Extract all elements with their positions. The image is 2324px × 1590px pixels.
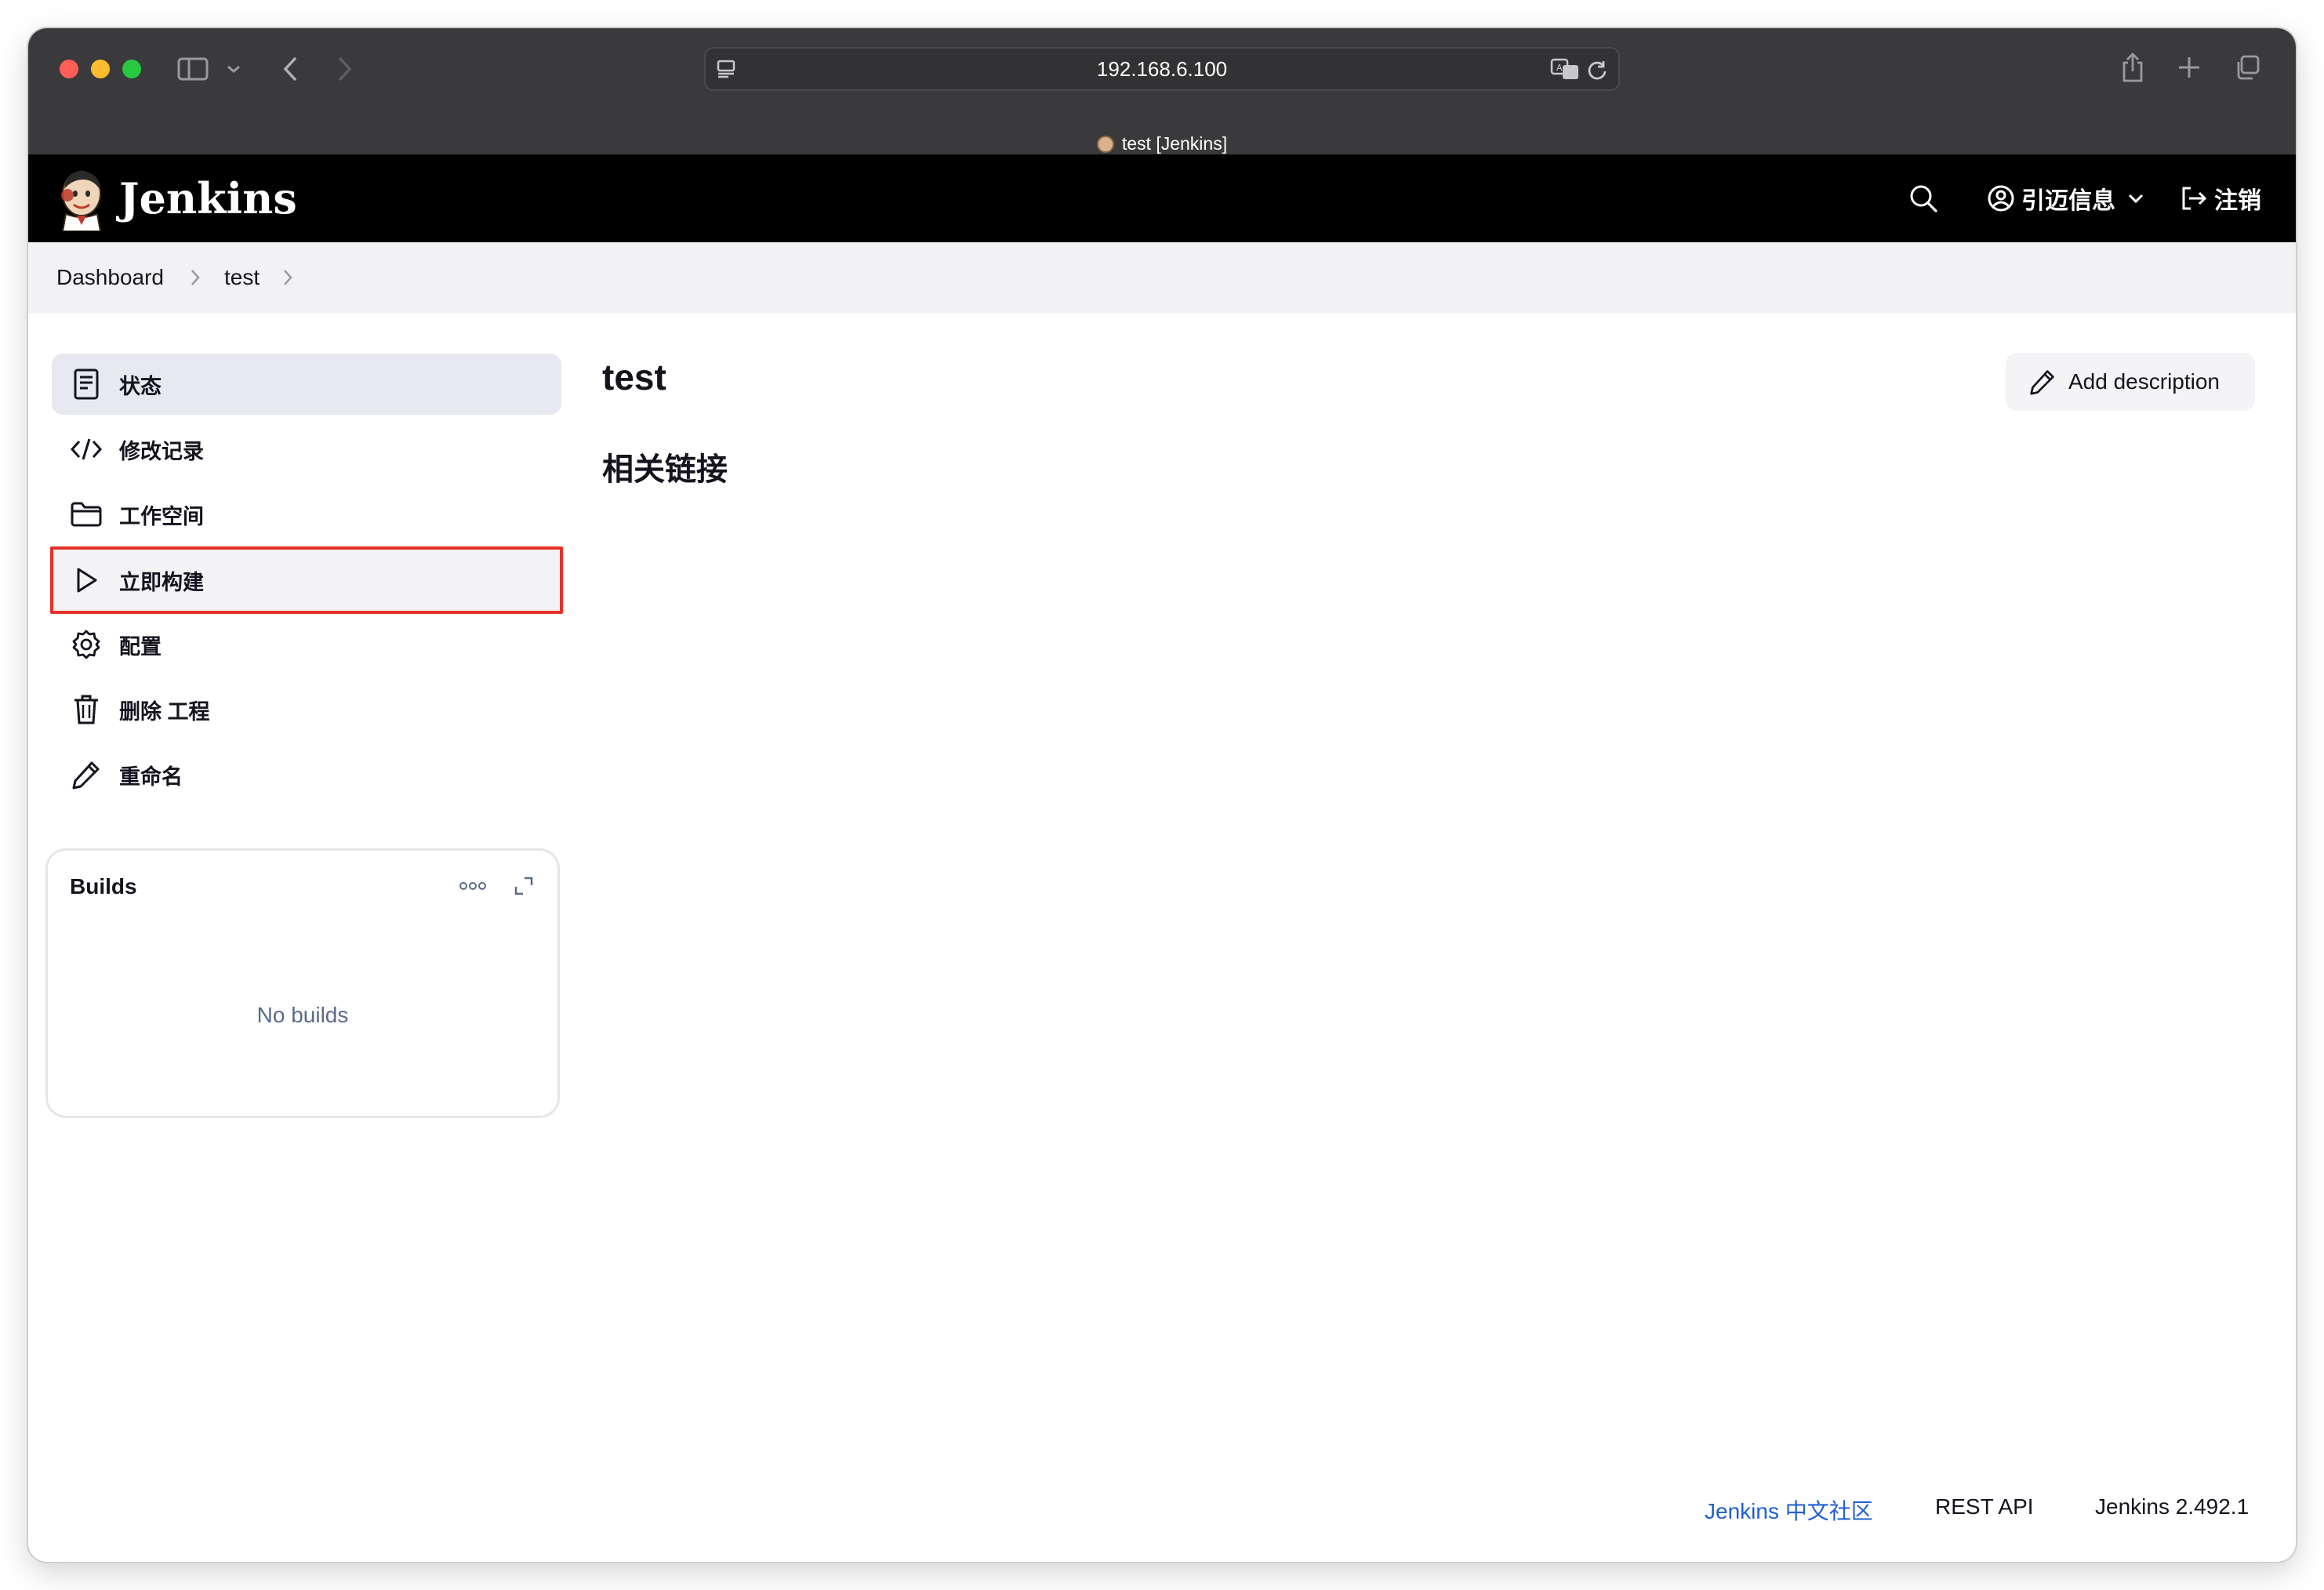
expand-icon[interactable] (514, 876, 537, 899)
code-icon (69, 432, 103, 466)
tab-overview-icon[interactable] (2231, 52, 2263, 83)
pencil-icon (69, 757, 103, 792)
jenkins-brand[interactable]: Jenkins (119, 169, 297, 228)
sidebar-item-workspace[interactable]: 工作空间 (52, 484, 561, 545)
zoom-window-button[interactable] (122, 60, 141, 78)
address-bar[interactable]: 192.168.6.100 A (704, 47, 1620, 91)
trash-icon (69, 692, 103, 727)
user-menu[interactable]: 引迈信息 (1987, 154, 2144, 242)
share-icon[interactable] (2117, 49, 2148, 86)
sidebar-item-label: 删除 工程 (119, 699, 210, 724)
logout-label: 注销 (2214, 188, 2261, 214)
svg-text:A: A (1556, 63, 1563, 73)
more-options-icon[interactable] (459, 880, 490, 899)
breadcrumb-test[interactable]: test (224, 242, 260, 313)
jenkins-favicon-icon (1096, 136, 1114, 153)
logout-button[interactable]: 注销 (2180, 154, 2261, 242)
footer-community-link[interactable]: Jenkins 中文社区 (1705, 1494, 1873, 1526)
browser-toolbar: 192.168.6.100 A test [Jenkins] (28, 28, 2296, 154)
url-text[interactable]: 192.168.6.100 (706, 49, 1618, 89)
chevron-down-icon (2128, 193, 2144, 204)
add-description-button[interactable]: Add description (2006, 353, 2255, 411)
minimize-window-button[interactable] (91, 60, 110, 78)
chevron-down-icon[interactable] (223, 56, 245, 82)
sidebar-toggle-icon[interactable] (176, 53, 210, 85)
breadcrumb: Dashboard test (28, 242, 2296, 313)
chevron-right-icon[interactable] (282, 267, 293, 292)
pencil-icon (2029, 368, 2056, 395)
related-links-title: 相关链接 (602, 452, 728, 487)
sidebar-item-delete-project[interactable]: 删除 工程 (52, 679, 561, 740)
sidebar-item-label: 工作空间 (119, 504, 204, 528)
footer-rest-api-link[interactable]: REST API (1935, 1494, 2034, 1519)
logout-icon (2180, 185, 2208, 212)
search-icon[interactable] (1908, 154, 1938, 242)
sidebar-item-changes[interactable]: 修改记录 (52, 419, 561, 480)
page-title: test (602, 357, 666, 398)
gear-icon (69, 627, 103, 662)
user-name: 引迈信息 (2021, 188, 2115, 214)
sidebar-item-label: 状态 (119, 374, 162, 398)
user-icon (1987, 184, 2015, 212)
reload-icon[interactable] (1584, 56, 1610, 83)
new-tab-icon[interactable] (2173, 52, 2205, 83)
footer-version-link[interactable]: Jenkins 2.492.1 (2095, 1494, 2249, 1519)
document-icon (69, 367, 103, 401)
forward-icon[interactable] (331, 52, 359, 86)
jenkins-header: Jenkins 引迈信息 注销 (28, 154, 2296, 242)
sidebar-item-label: 立即构建 (119, 570, 204, 594)
sidebar-item-label: 配置 (119, 634, 162, 659)
breadcrumb-dashboard[interactable]: Dashboard (56, 242, 164, 313)
close-window-button[interactable] (60, 60, 78, 78)
sidebar-item-label: 重命名 (119, 764, 183, 789)
builds-empty-state: No builds (256, 1003, 349, 1027)
sidebar-item-build-now[interactable]: 立即构建 (50, 546, 563, 614)
browser-window: 192.168.6.100 A test [Jenkins] Jenkins 引… (28, 28, 2296, 1562)
sidebar-item-status[interactable]: 状态 (52, 354, 561, 415)
builds-widget: Builds No builds (45, 848, 560, 1118)
back-icon[interactable] (276, 52, 304, 86)
play-icon (69, 563, 103, 597)
folder-icon (69, 497, 103, 532)
tab-title[interactable]: test [Jenkins] (28, 132, 2296, 155)
sidebar-item-configure[interactable]: 配置 (52, 614, 561, 675)
sidebar-item-rename[interactable]: 重命名 (52, 744, 561, 805)
sidebar-item-label: 修改记录 (119, 439, 204, 463)
add-description-label: Add description (2068, 369, 2221, 394)
jenkins-logo-icon[interactable] (56, 165, 107, 232)
chevron-right-icon[interactable] (190, 267, 201, 292)
builds-title: Builds (70, 874, 137, 898)
translate-icon[interactable]: A (1549, 55, 1581, 83)
